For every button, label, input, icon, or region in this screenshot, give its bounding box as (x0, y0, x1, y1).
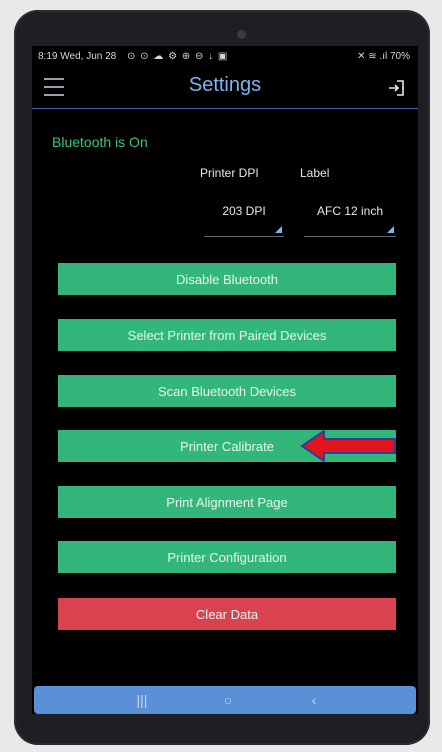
status-right: ✕ ≋ .ıl 70% (357, 46, 410, 68)
battery-level: 70% (389, 51, 410, 62)
system-nav-bar: ||| ○ ‹ (34, 686, 416, 714)
scan-devices-button[interactable]: Scan Bluetooth Devices (58, 375, 396, 407)
status-bar: 8:19 Wed, Jun 28 ⊙ ⊙ ☁ ⚙ ⊕ ⊖ ↓ ▣ ✕ ≋ .ıl… (32, 46, 418, 68)
printer-dpi-header: Printer DPI (200, 166, 259, 180)
app-screen: 8:19 Wed, Jun 28 ⊙ ⊙ ☁ ⚙ ⊕ ⊖ ↓ ▣ ✕ ≋ .ıl… (32, 46, 418, 714)
label-header: Label (300, 166, 330, 180)
label-value: AFC 12 inch (316, 204, 384, 218)
status-date: Wed, Jun 28 (60, 51, 117, 62)
print-alignment-button[interactable]: Print Alignment Page (58, 486, 396, 518)
home-icon[interactable]: ○ (218, 690, 238, 710)
notification-icons: ⊙ ⊙ ☁ ⚙ ⊕ ⊖ ↓ ▣ (127, 51, 229, 62)
label-select[interactable]: AFC 12 inch (304, 196, 396, 237)
back-icon[interactable]: ‹ (304, 690, 324, 710)
disable-bluetooth-button[interactable]: Disable Bluetooth (58, 263, 396, 295)
page-title: Settings (188, 74, 262, 96)
status-time: 8:19 Wed, Jun 28 (38, 46, 116, 68)
printer-dpi-select[interactable]: 203 DPI (204, 196, 284, 237)
printer-configuration-button[interactable]: Printer Configuration (58, 541, 396, 573)
red-arrow-annotation-icon (300, 429, 396, 463)
printer-dpi-value: 203 DPI (222, 204, 266, 218)
select-printer-button[interactable]: Select Printer from Paired Devices (58, 319, 396, 351)
clear-data-button[interactable]: Clear Data (58, 598, 396, 630)
connectivity-icons: ✕ ≋ .ıl (357, 51, 388, 62)
dropdown-triangle-icon (387, 226, 394, 233)
logout-icon[interactable] (386, 78, 406, 98)
status-time-text: 8:19 (38, 51, 58, 62)
recents-icon[interactable]: ||| (132, 690, 152, 710)
app-bar: Settings (32, 68, 418, 109)
bluetooth-status: Bluetooth is On (52, 134, 148, 150)
camera-icon (237, 30, 246, 39)
dropdown-triangle-icon (275, 226, 282, 233)
